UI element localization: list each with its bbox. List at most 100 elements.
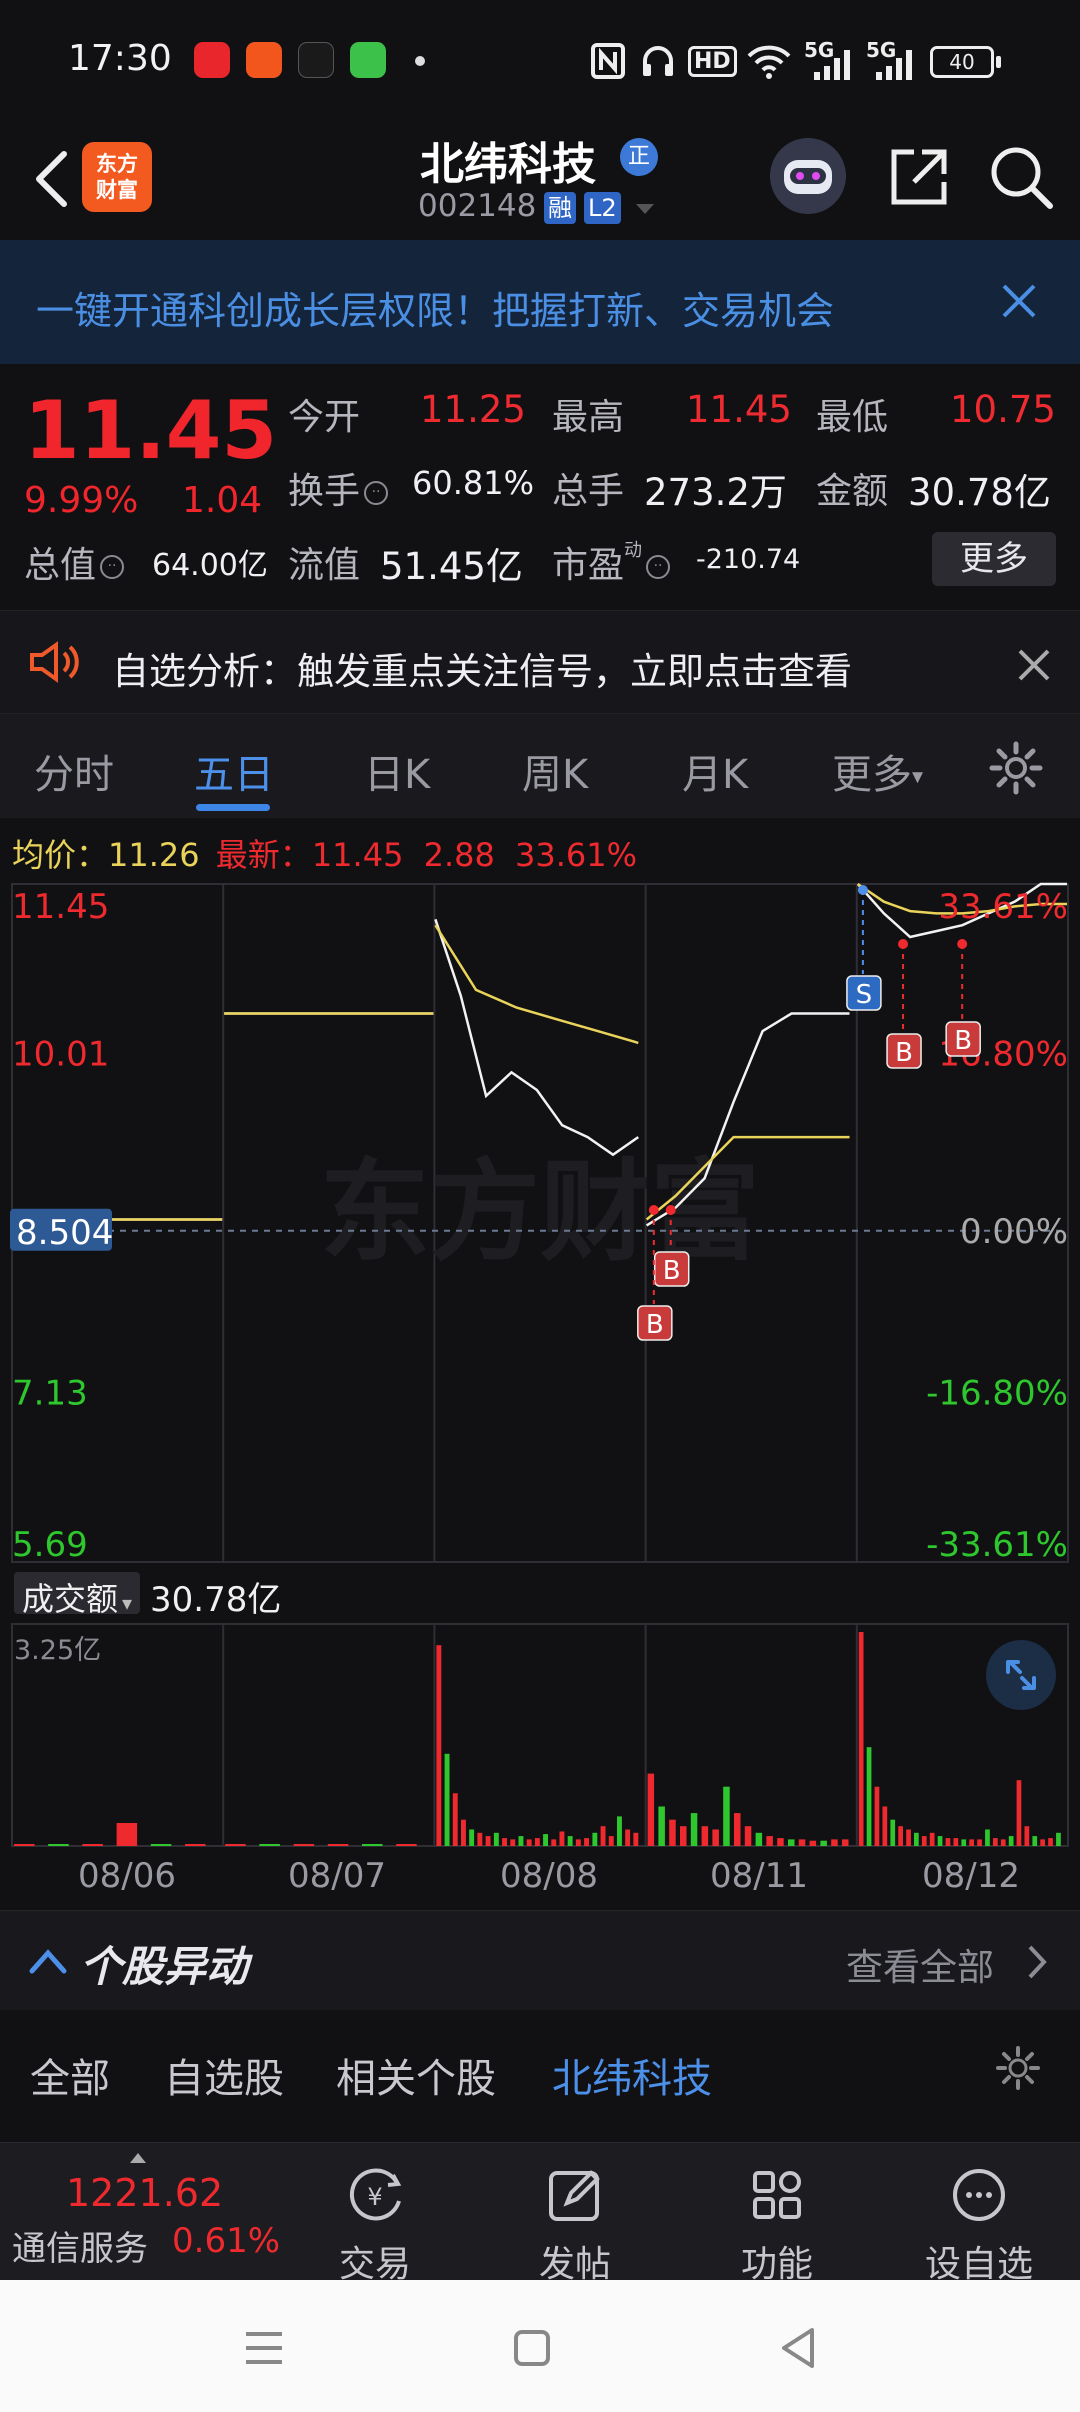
signal-dot <box>857 885 868 895</box>
volume-max-label: 3.25亿 <box>14 1635 102 1666</box>
last-price-value: 11.45 <box>311 836 404 874</box>
volume-bar <box>534 1838 540 1846</box>
settings-gear-icon[interactable] <box>994 2044 1042 2092</box>
tab-intraday[interactable]: 分时 <box>34 742 114 800</box>
low-value: 10.75 <box>950 388 1056 431</box>
volume-bar <box>327 1844 349 1846</box>
promo-banner[interactable]: 一键开通科创成长层权限！把握打新、交易机会 <box>0 240 1080 364</box>
close-icon[interactable] <box>1016 647 1052 683</box>
close-icon[interactable] <box>998 280 1040 322</box>
open-value: 11.25 <box>420 388 526 431</box>
ai-assistant-icon[interactable] <box>770 138 846 214</box>
status-bar: 17:30 HD 5G 5G 40 <box>0 0 1080 120</box>
tab-daily-k[interactable]: 日K <box>364 742 430 800</box>
volume-bar <box>690 1813 698 1846</box>
speaker-icon <box>30 641 79 683</box>
tab-monthly-k[interactable]: 月K <box>682 742 748 800</box>
status-time: 17:30 <box>68 38 172 79</box>
signal-label: B <box>895 1038 913 1068</box>
more-dots-icon <box>953 2169 1005 2221</box>
sector-index-value[interactable]: 1221.62 <box>66 2171 223 2215</box>
tab-weekly-k[interactable]: 周K <box>522 742 588 800</box>
grid-icon <box>753 2171 801 2219</box>
volume-bar <box>116 1823 138 1846</box>
volume-bar <box>526 1839 532 1846</box>
volume-bar <box>744 1826 752 1846</box>
signal-label: B <box>646 1310 664 1340</box>
margin-tag: 融 <box>544 192 576 224</box>
turnover-value: 60.81% <box>412 464 535 502</box>
share-icon[interactable] <box>884 142 954 212</box>
volume-bar <box>185 1844 206 1846</box>
date-label: 08/12 <box>922 1856 1020 1896</box>
volume-bar <box>633 1832 639 1846</box>
chevron-right-icon[interactable] <box>1024 1943 1050 1981</box>
trade-button[interactable]: ¥ 交易 <box>310 2157 440 2285</box>
post-button[interactable]: 发帖 <box>510 2157 640 2285</box>
add-watchlist-button[interactable]: 设自选 <box>914 2157 1044 2285</box>
tab-watchlist[interactable]: 自选股 <box>164 2046 284 2104</box>
battery-level: 40 <box>949 50 975 74</box>
functions-button[interactable]: 功能 <box>712 2157 842 2285</box>
info-icon[interactable]: ·· <box>100 555 125 579</box>
volume-bar <box>993 1838 998 1846</box>
edit-icon <box>549 2170 600 2221</box>
chevron-up-icon[interactable] <box>28 1943 68 1979</box>
volume-bar <box>809 1840 817 1846</box>
volume-frame <box>11 1623 1069 1847</box>
info-icon[interactable]: ·· <box>646 555 671 579</box>
volume-bar <box>945 1838 951 1846</box>
tab-this-stock[interactable]: 北纬科技 <box>552 2046 712 2104</box>
volume-bar <box>701 1826 709 1846</box>
active-tab-indicator <box>196 804 270 811</box>
settings-gear-icon[interactable] <box>988 740 1044 796</box>
five-day-chart[interactable]: 东方财富11.45 33.61%10.01 16.80%8.504 0.00%7.13… <box>0 870 1080 1920</box>
more-button[interactable]: 更多 <box>932 532 1056 586</box>
volume-metric-selector[interactable]: 成交额 ▾ <box>14 1572 141 1618</box>
sector-change[interactable]: 0.61% <box>172 2221 280 2261</box>
date-label: 08/11 <box>710 1856 808 1896</box>
expand-chart-button[interactable] <box>986 1640 1056 1710</box>
stock-movement-header[interactable]: 个股异动 查看全部 <box>0 1910 1080 2010</box>
volume-bar <box>755 1832 763 1846</box>
volume-bar <box>1040 1839 1045 1846</box>
volume-bar <box>1008 1836 1014 1846</box>
turnover-label-text: 换手 <box>288 471 361 512</box>
volume-bar <box>293 1844 315 1846</box>
hd-icon: HD <box>688 46 737 77</box>
promo-banner-text[interactable]: 一键开通科创成长层权限！把握打新、交易机会 <box>36 280 834 335</box>
watchlist-alert[interactable]: 自选分析：触发重点关注信号，立即点击查看 <box>0 610 1080 714</box>
sector-name[interactable]: 通信服务 <box>12 2221 148 2270</box>
tab-more[interactable]: 更多▾ <box>832 742 923 800</box>
tab-related-stocks[interactable]: 相关个股 <box>336 2046 496 2104</box>
change-amount: 1.04 <box>182 480 263 521</box>
date-label: 08/08 <box>500 1856 598 1896</box>
view-all-link[interactable]: 查看全部 <box>846 1937 994 1991</box>
info-icon[interactable]: ·· <box>364 481 389 505</box>
more-notifications-dot <box>415 56 425 66</box>
volume-bar <box>882 1806 888 1846</box>
volume-bar <box>921 1836 927 1846</box>
search-icon[interactable] <box>986 142 1056 212</box>
stock-header: 东方 财富 北纬科技 正 002148 融 L2 <box>0 120 1080 240</box>
volume-bar <box>777 1838 784 1846</box>
tab-more-label: 更多 <box>832 752 912 798</box>
alert-text[interactable]: 自选分析：触发重点关注信号，立即点击查看 <box>112 641 852 695</box>
eastmoney-logo[interactable]: 东方 财富 <box>82 142 152 212</box>
volume-bar <box>600 1826 606 1846</box>
last-change: 2.88 <box>423 836 495 874</box>
signal-dot <box>648 1205 659 1215</box>
app-notification-icon <box>194 42 230 78</box>
volume-bar <box>1016 1780 1022 1846</box>
volume-bar <box>543 1834 548 1846</box>
back-arrow-icon[interactable] <box>24 144 84 214</box>
avg-price-label: 均价： <box>12 836 109 874</box>
dropdown-icon[interactable] <box>634 202 656 216</box>
back-icon[interactable] <box>772 2322 824 2374</box>
home-icon[interactable] <box>506 2322 558 2374</box>
section-title: 个股异动 <box>80 1942 249 1991</box>
menu-icon[interactable] <box>238 2322 290 2374</box>
tab-all[interactable]: 全部 <box>30 2046 110 2104</box>
tab-five-day[interactable]: 五日 <box>194 742 274 800</box>
volume-bar <box>977 1839 982 1846</box>
